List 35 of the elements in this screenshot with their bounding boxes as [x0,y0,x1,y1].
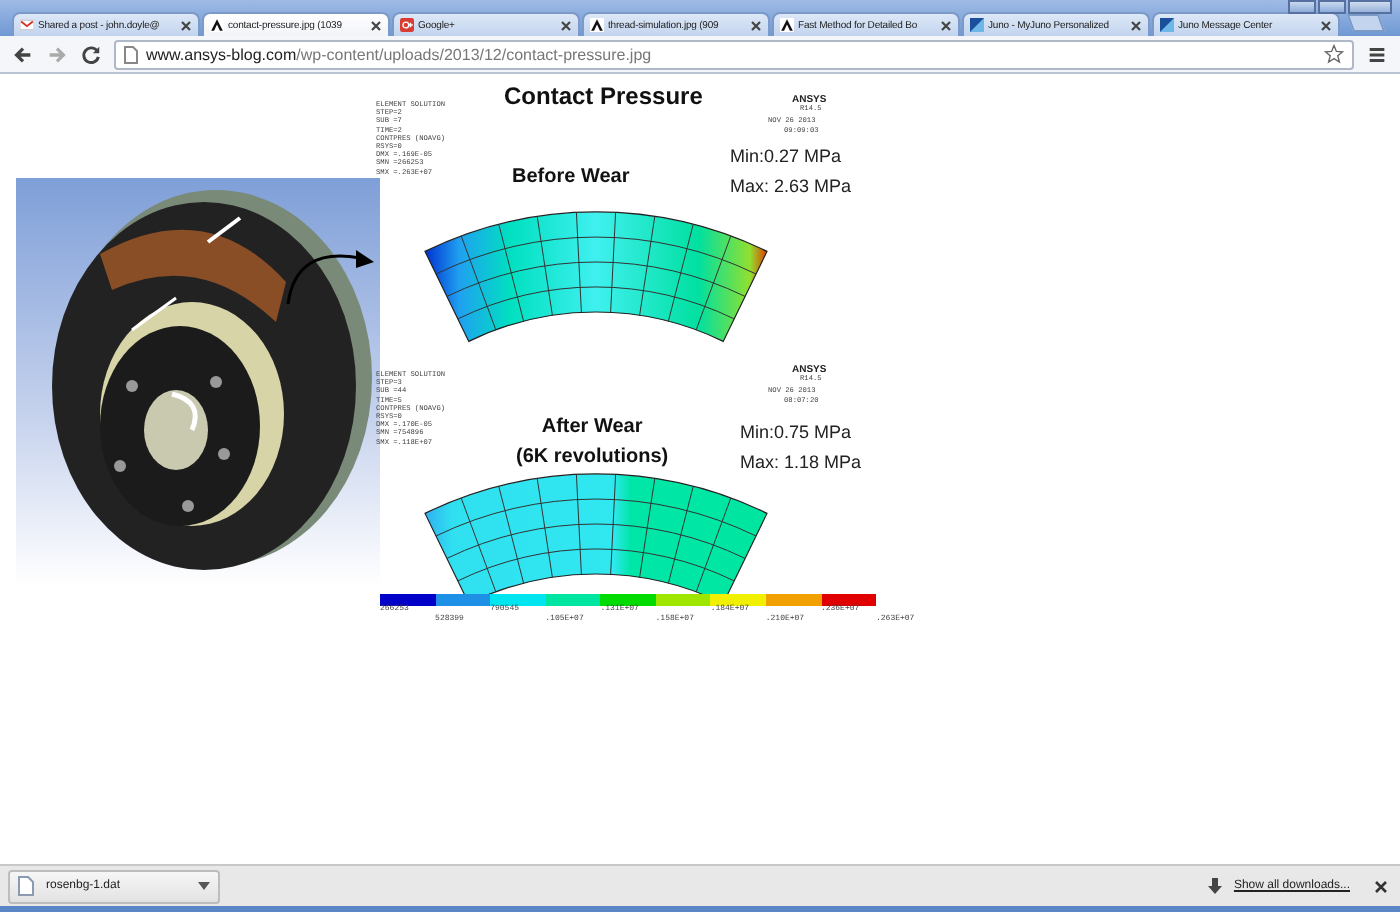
close-icon[interactable] [370,19,382,31]
logo-icon [210,18,224,32]
max-value-text: Max: 1.18 MPa [740,450,862,476]
close-icon[interactable] [1374,879,1388,893]
reload-icon[interactable] [80,43,102,65]
min-value-text: Min:0.27 MPa [730,144,844,170]
close-icon[interactable] [940,19,952,31]
close-button[interactable] [1348,0,1392,14]
min-value-text: Min:0.75 MPa [740,420,854,446]
plot-caption: (6K revolutions) [516,444,669,472]
back-icon[interactable] [12,43,34,65]
logo-icon [590,18,604,32]
plot-caption: After Wear [539,414,645,442]
menu-icon[interactable] [1366,43,1388,65]
close-icon[interactable] [1130,19,1142,31]
minimize-button[interactable] [1288,0,1316,14]
logo-icon [970,18,984,32]
file-icon [18,876,34,896]
download-icon [1207,878,1222,894]
image-title: Contact Pressure [504,82,703,110]
close-icon[interactable] [180,19,192,31]
maximize-button[interactable] [1318,0,1346,14]
star-icon[interactable] [1324,44,1344,64]
logo-icon [400,18,414,32]
close-icon[interactable] [750,19,762,31]
caret-icon[interactable] [198,882,210,890]
close-icon[interactable] [1320,19,1332,31]
address-field[interactable]: www.ansys-blog.com/wp-content/uploads/2013/12/contact-pressure.jpg [114,39,1354,69]
max-value-text: Max: 2.63 MPa [730,174,852,200]
close-icon[interactable] [560,19,572,31]
logo-icon [780,18,794,32]
plot-caption: Before Wear [512,164,630,192]
mail-icon [20,18,34,32]
page-icon [124,45,138,63]
logo-icon [1160,18,1174,32]
